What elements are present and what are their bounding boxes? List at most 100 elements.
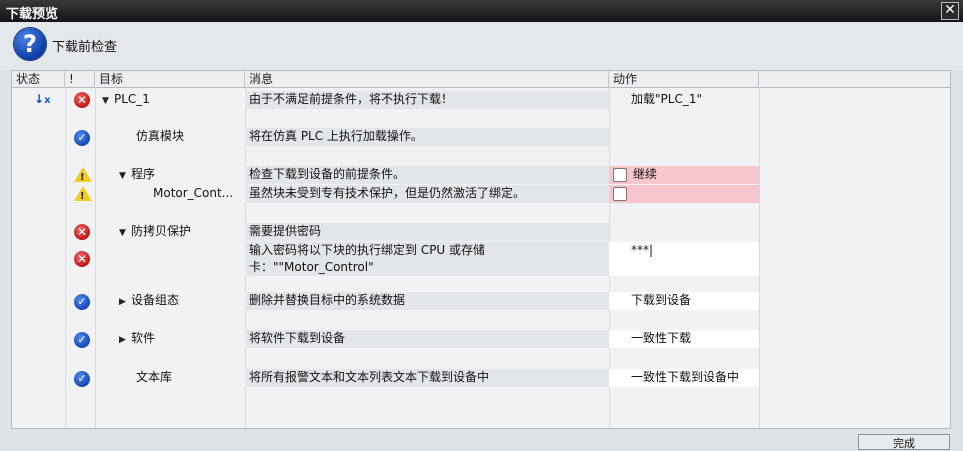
severity-cell: ✓: [70, 129, 94, 146]
table-row[interactable]: ✕ ▼ 防拷贝保护 需要提供密码: [12, 223, 950, 241]
severity-cell: !: [70, 167, 94, 187]
message-cell: 由于不满足前提条件，将不执行下载！: [245, 91, 609, 109]
expand-down-icon[interactable]: ▼: [102, 93, 114, 110]
col-target[interactable]: 目标: [95, 71, 245, 87]
target-label: Motor_Cont...: [153, 186, 234, 200]
target-label: 程序: [131, 167, 156, 181]
message-cell: 检查下载到设备的前提条件。: [245, 166, 609, 184]
action-label: 下载到设备: [631, 293, 692, 307]
finish-button[interactable]: 完成: [858, 434, 950, 450]
warning-icon: !: [74, 167, 92, 183]
status-cell: [30, 185, 60, 203]
action-cell[interactable]: [609, 223, 759, 241]
table-row[interactable]: ✓ 文本库 将所有报警文本和文本列表文本下载到设备中 一致性下载到设备中: [12, 369, 950, 387]
message-text: 删除并替换目标中的系统数据: [249, 293, 406, 307]
col-action[interactable]: 动作: [609, 71, 759, 87]
target-cell[interactable]: ▼ 防拷贝保护: [115, 223, 245, 242]
target-cell[interactable]: ▶ 软件: [115, 330, 245, 349]
message-cell: 输入密码将以下块的执行绑定到 CPU 或存储卡：""Motor_Control"…: [245, 242, 609, 276]
severity-cell: ✓: [70, 331, 94, 348]
severity-cell: ✕: [70, 251, 94, 268]
target-cell[interactable]: ▶ 设备组态: [115, 292, 245, 311]
target-label: 软件: [131, 331, 156, 345]
window-title: 下载预览: [6, 7, 59, 22]
action-label: 继续: [633, 167, 658, 181]
check-icon: ✓: [74, 371, 90, 387]
table-row[interactable]: ✓ ▶ 设备组态 删除并替换目标中的系统数据 下载到设备: [12, 292, 950, 310]
action-cell[interactable]: 继续: [609, 166, 759, 184]
target-label: 仿真模块: [136, 129, 185, 143]
expand-down-icon[interactable]: ▼: [119, 225, 131, 242]
severity-cell: ✕: [70, 92, 94, 109]
action-cell[interactable]: 一致性下载: [609, 330, 759, 348]
severity-cell: ✓: [70, 293, 94, 310]
action-cell[interactable]: ***|: [609, 242, 759, 276]
col-message[interactable]: 消息: [245, 71, 609, 87]
table-row[interactable]: ! ▼ 程序 检查下载到设备的前提条件。 继续: [12, 166, 950, 184]
message-text: 由于不满足前提条件，将不执行下载！: [249, 92, 454, 106]
expand-down-icon[interactable]: ▼: [119, 168, 131, 185]
status-cell: [30, 292, 60, 310]
question-icon: ?: [14, 28, 46, 60]
warning-icon: !: [74, 186, 92, 202]
action-cell[interactable]: 一致性下载到设备中: [609, 369, 759, 387]
expand-right-icon[interactable]: ▶: [119, 294, 131, 311]
error-icon: ✕: [74, 251, 90, 267]
download-status-icon: ↓x: [34, 92, 51, 106]
severity-cell: ✓: [70, 370, 94, 387]
check-icon: ✓: [74, 130, 90, 146]
expand-right-icon[interactable]: ▶: [119, 332, 131, 349]
target-label: 文本库: [136, 370, 173, 384]
action-label: ***|: [631, 243, 654, 257]
table-row[interactable]: ✓ 仿真模块 将在仿真 PLC 上执行加载操作。: [12, 128, 950, 146]
action-label: 一致性下载到设备中: [631, 370, 740, 384]
check-icon: ✓: [74, 332, 90, 348]
table-header: 状态 ! 目标 消息 动作: [12, 71, 950, 88]
message-text: 需要提供密码: [249, 224, 322, 238]
target-cell[interactable]: Motor_Cont...: [149, 185, 245, 202]
target-cell[interactable]: 文本库: [132, 369, 245, 386]
table-row[interactable]: ✕ 输入密码将以下块的执行绑定到 CPU 或存储卡：""Motor_Control…: [12, 242, 950, 276]
message-text: 虽然块未受到专有技术保护，但是仍然激活了绑定。: [249, 186, 526, 200]
status-cell: [30, 369, 60, 387]
message-cell: 将所有报警文本和文本列表文本下载到设备中: [245, 369, 609, 387]
action-checkbox[interactable]: [613, 167, 627, 182]
severity-cell: !: [70, 186, 94, 206]
message-text: 将在仿真 PLC 上执行加载操作。: [249, 129, 423, 143]
action-checkbox[interactable]: [613, 186, 627, 201]
col-severity[interactable]: !: [65, 71, 95, 87]
action-cell[interactable]: [609, 185, 759, 203]
table-row[interactable]: ↓x ✕ ▼ PLC_1 由于不满足前提条件，将不执行下载！ 加载"PLC_1": [12, 91, 950, 109]
status-cell: [30, 223, 60, 241]
error-icon: ✕: [74, 92, 90, 108]
check-icon: ✓: [74, 294, 90, 310]
action-label: 一致性下载: [631, 331, 692, 345]
status-cell: [30, 128, 60, 146]
close-button[interactable]: ✕: [941, 2, 959, 20]
target-cell[interactable]: ▼ PLC_1: [98, 91, 245, 110]
error-icon: ✕: [74, 224, 90, 240]
target-cell[interactable]: 仿真模块: [132, 128, 245, 145]
action-cell[interactable]: 下载到设备: [609, 292, 759, 310]
message-cell: 虽然块未受到专有技术保护，但是仍然激活了绑定。: [245, 185, 609, 203]
table-row[interactable]: ✓ ▶ 软件 将软件下载到设备 一致性下载: [12, 330, 950, 348]
action-cell[interactable]: 加载"PLC_1": [609, 91, 759, 109]
message-cell: 将软件下载到设备: [245, 330, 609, 348]
status-cell: [30, 242, 60, 276]
title-bar: 下载预览 ✕: [0, 0, 963, 22]
col-status[interactable]: 状态: [12, 71, 65, 87]
message-cell: 将在仿真 PLC 上执行加载操作。: [245, 128, 609, 146]
table-row[interactable]: ! Motor_Cont... 虽然块未受到专有技术保护，但是仍然激活了绑定。: [12, 185, 950, 203]
message-text: 将所有报警文本和文本列表文本下载到设备中: [249, 370, 490, 384]
message-cell: 需要提供密码: [245, 223, 609, 241]
target-cell[interactable]: ▼ 程序: [115, 166, 245, 185]
status-cell: [30, 166, 60, 184]
message-cell: 删除并替换目标中的系统数据: [245, 292, 609, 310]
message-text: 将软件下载到设备: [249, 331, 346, 345]
message-text: 检查下载到设备的前提条件。: [249, 167, 406, 181]
check-table: 状态 ! 目标 消息 动作 ↓x ✕ ▼ PLC_1 由于不满足前提条件，将不执行下载！…: [11, 70, 951, 429]
target-label: 设备组态: [131, 293, 180, 307]
action-label: 加载"PLC_1": [631, 92, 702, 106]
action-cell[interactable]: [609, 128, 759, 146]
severity-cell: ✕: [70, 224, 94, 241]
